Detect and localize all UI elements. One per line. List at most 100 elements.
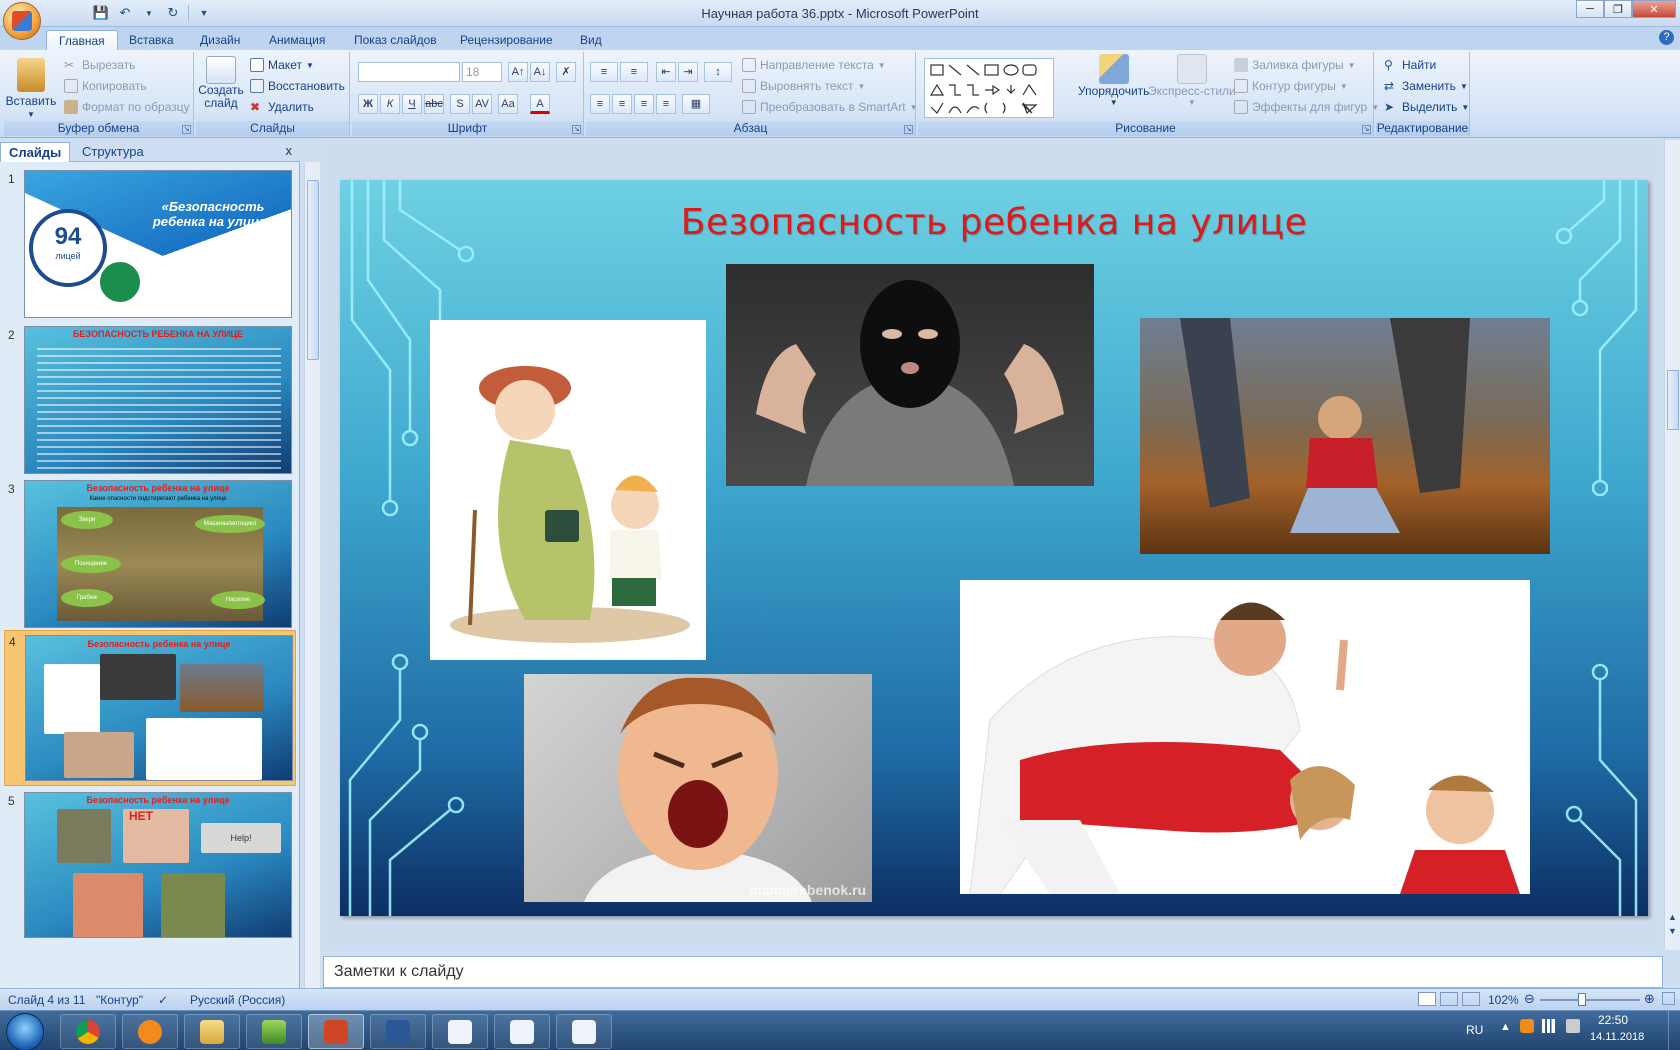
tab-slides[interactable]: Слайды [0,142,71,162]
slide-sorter-view-icon[interactable] [1440,992,1458,1006]
align-right-icon[interactable]: ≡ [634,94,654,114]
grow-font-icon[interactable]: A↑ [508,62,528,82]
shape-outline-button[interactable]: Контур фигуры ▼ [1234,79,1348,93]
panel-scrollbar[interactable] [304,162,320,988]
taskbar-document[interactable] [494,1014,550,1049]
scrollbar-thumb[interactable] [307,180,319,360]
text-direction-button[interactable]: Направление текста ▼ [742,58,886,72]
font-name-field[interactable] [358,62,460,82]
smartart-button[interactable]: Преобразовать в SmartArt ▼ [742,100,917,114]
slide-thumbnail[interactable]: Безопасность ребенка на улице Какие опас… [24,480,292,628]
shape-effects-button[interactable]: Эффекты для фигур ▼ [1234,100,1379,114]
tab-design[interactable]: Дизайн [188,30,252,50]
slide-canvas[interactable]: Безопасность ребенка на улице mamaireben… [340,180,1648,916]
office-button[interactable] [3,2,41,40]
tab-review[interactable]: Рецензирование [448,30,565,50]
dialog-launcher-icon[interactable]: ↘ [572,125,581,134]
reset-button[interactable]: Восстановить [250,79,345,93]
slideshow-view-icon[interactable] [1462,992,1480,1006]
arrange-button[interactable]: Упорядочить ▼ [1078,54,1149,107]
taskbar-document[interactable] [432,1014,488,1049]
taskbar-document[interactable] [556,1014,612,1049]
tab-home[interactable]: Главная [46,30,118,50]
taskbar-settings[interactable] [122,1014,178,1049]
font-color-icon[interactable]: A [530,94,550,114]
next-slide-icon[interactable]: ▼ [1668,926,1677,936]
line-spacing-icon[interactable]: ↕ [704,62,732,82]
cut-button[interactable]: ✂ Вырезать [64,58,135,72]
photo-angry-parents[interactable] [960,580,1530,894]
tab-slideshow[interactable]: Показ слайдов [342,30,449,50]
normal-view-icon[interactable] [1418,992,1436,1006]
fit-to-window-icon[interactable] [1662,992,1675,1005]
clock-time[interactable]: 22:50 [1598,1013,1628,1027]
slide-thumbnail-row-selected[interactable]: 4 Безопасность ребенка на улице [4,630,296,786]
tab-view[interactable]: Вид [568,30,614,50]
slide-thumbnail-row[interactable]: 3 Безопасность ребенка на улице Какие оп… [0,478,300,628]
zoom-slider-handle[interactable] [1578,993,1586,1006]
justify-icon[interactable]: ≡ [656,94,676,114]
taskbar-explorer[interactable] [184,1014,240,1049]
shrink-font-icon[interactable]: A↓ [530,62,550,82]
align-text-button[interactable]: Выровнять текст ▼ [742,79,865,93]
zoom-slider[interactable] [1540,999,1640,1001]
layout-button[interactable]: Макет ▼ [250,58,314,72]
align-center-icon[interactable]: ≡ [612,94,632,114]
show-desktop-button[interactable] [1668,1011,1680,1050]
minimize-button[interactable]: ─ [1576,0,1604,18]
shadow-icon[interactable]: S [450,94,470,114]
zoom-out-icon[interactable]: ⊖ [1524,991,1535,1007]
taskbar-powerpoint[interactable] [308,1014,364,1049]
slide-title[interactable]: Безопасность ребенка на улице [340,202,1648,243]
bullets-icon[interactable]: ≡ [590,62,618,82]
tab-insert[interactable]: Вставка [117,30,186,50]
zoom-level[interactable]: 102% [1488,993,1519,1007]
taskbar-chrome[interactable] [60,1014,116,1049]
copy-button[interactable]: Копировать [64,79,147,93]
scrollbar-thumb[interactable] [1667,370,1679,430]
tab-animation[interactable]: Анимация [257,30,337,50]
taskbar-network-app[interactable] [246,1014,302,1049]
shapes-gallery[interactable] [924,58,1054,118]
decrease-indent-icon[interactable]: ⇤ [656,62,676,82]
columns-icon[interactable]: ▦ [682,94,710,114]
clear-format-icon[interactable]: ✗ [556,62,576,82]
signal-icon[interactable] [1542,1019,1558,1033]
strikethrough-icon[interactable]: abc [424,94,444,114]
show-hidden-icons-icon[interactable]: ▲ [1500,1021,1511,1033]
delete-slide-button[interactable]: ✖ Удалить [250,100,314,114]
zoom-in-icon[interactable]: ⊕ [1644,991,1655,1007]
paste-button[interactable]: Вставить ▼ [6,58,56,119]
notes-pane[interactable]: Заметки к слайду [323,956,1663,988]
replace-button[interactable]: ⇄ Заменить ▼ [1384,79,1468,93]
dialog-launcher-icon[interactable]: ↘ [904,125,913,134]
close-icon[interactable]: x [286,143,293,158]
tab-outline[interactable]: Структура [74,142,152,162]
volume-muted-icon[interactable] [1566,1019,1580,1033]
slide-scrollbar[interactable]: ▲ ▼ [1664,140,1680,950]
help-icon[interactable]: ? [1659,30,1674,45]
input-language[interactable]: RU [1466,1023,1483,1037]
increase-indent-icon[interactable]: ⇥ [678,62,698,82]
language-status[interactable]: Русский (Россия) [190,993,285,1007]
restore-button[interactable]: ❐ [1604,0,1632,18]
clock-date[interactable]: 14.11.2018 [1590,1031,1644,1043]
new-slide-button[interactable]: Создать слайд [198,56,244,110]
slide-thumbnail[interactable]: Безопасность ребенка на улице НЕТ Help! [24,792,292,938]
bold-icon[interactable]: Ж [358,94,378,114]
dialog-launcher-icon[interactable]: ↘ [182,125,191,134]
slide-thumbnail[interactable]: БЕЗОПАСНОСТЬ РЕБЕНКА НА УЛИЦЕ [24,326,292,474]
photo-child-dragged[interactable] [1140,318,1550,554]
spellcheck-icon[interactable]: ✓ [158,993,168,1007]
underline-icon[interactable]: Ч [402,94,422,114]
slide-thumbnail-row[interactable]: 5 Безопасность ребенка на улице НЕТ Help… [0,790,300,940]
close-button[interactable]: ✕ [1632,0,1676,18]
font-size-field[interactable]: 18 [462,62,502,82]
start-button[interactable] [6,1013,44,1050]
shape-fill-button[interactable]: Заливка фигуры ▼ [1234,58,1356,72]
theme-name[interactable]: "Контур" [96,993,143,1007]
quick-styles-button[interactable]: Экспресс-стили ▼ [1148,54,1236,107]
slide-thumbnail[interactable]: Безопасность ребенка на улице [25,635,293,781]
photo-masked-stranger[interactable] [726,264,1094,486]
format-painter-button[interactable]: Формат по образцу [64,100,190,114]
